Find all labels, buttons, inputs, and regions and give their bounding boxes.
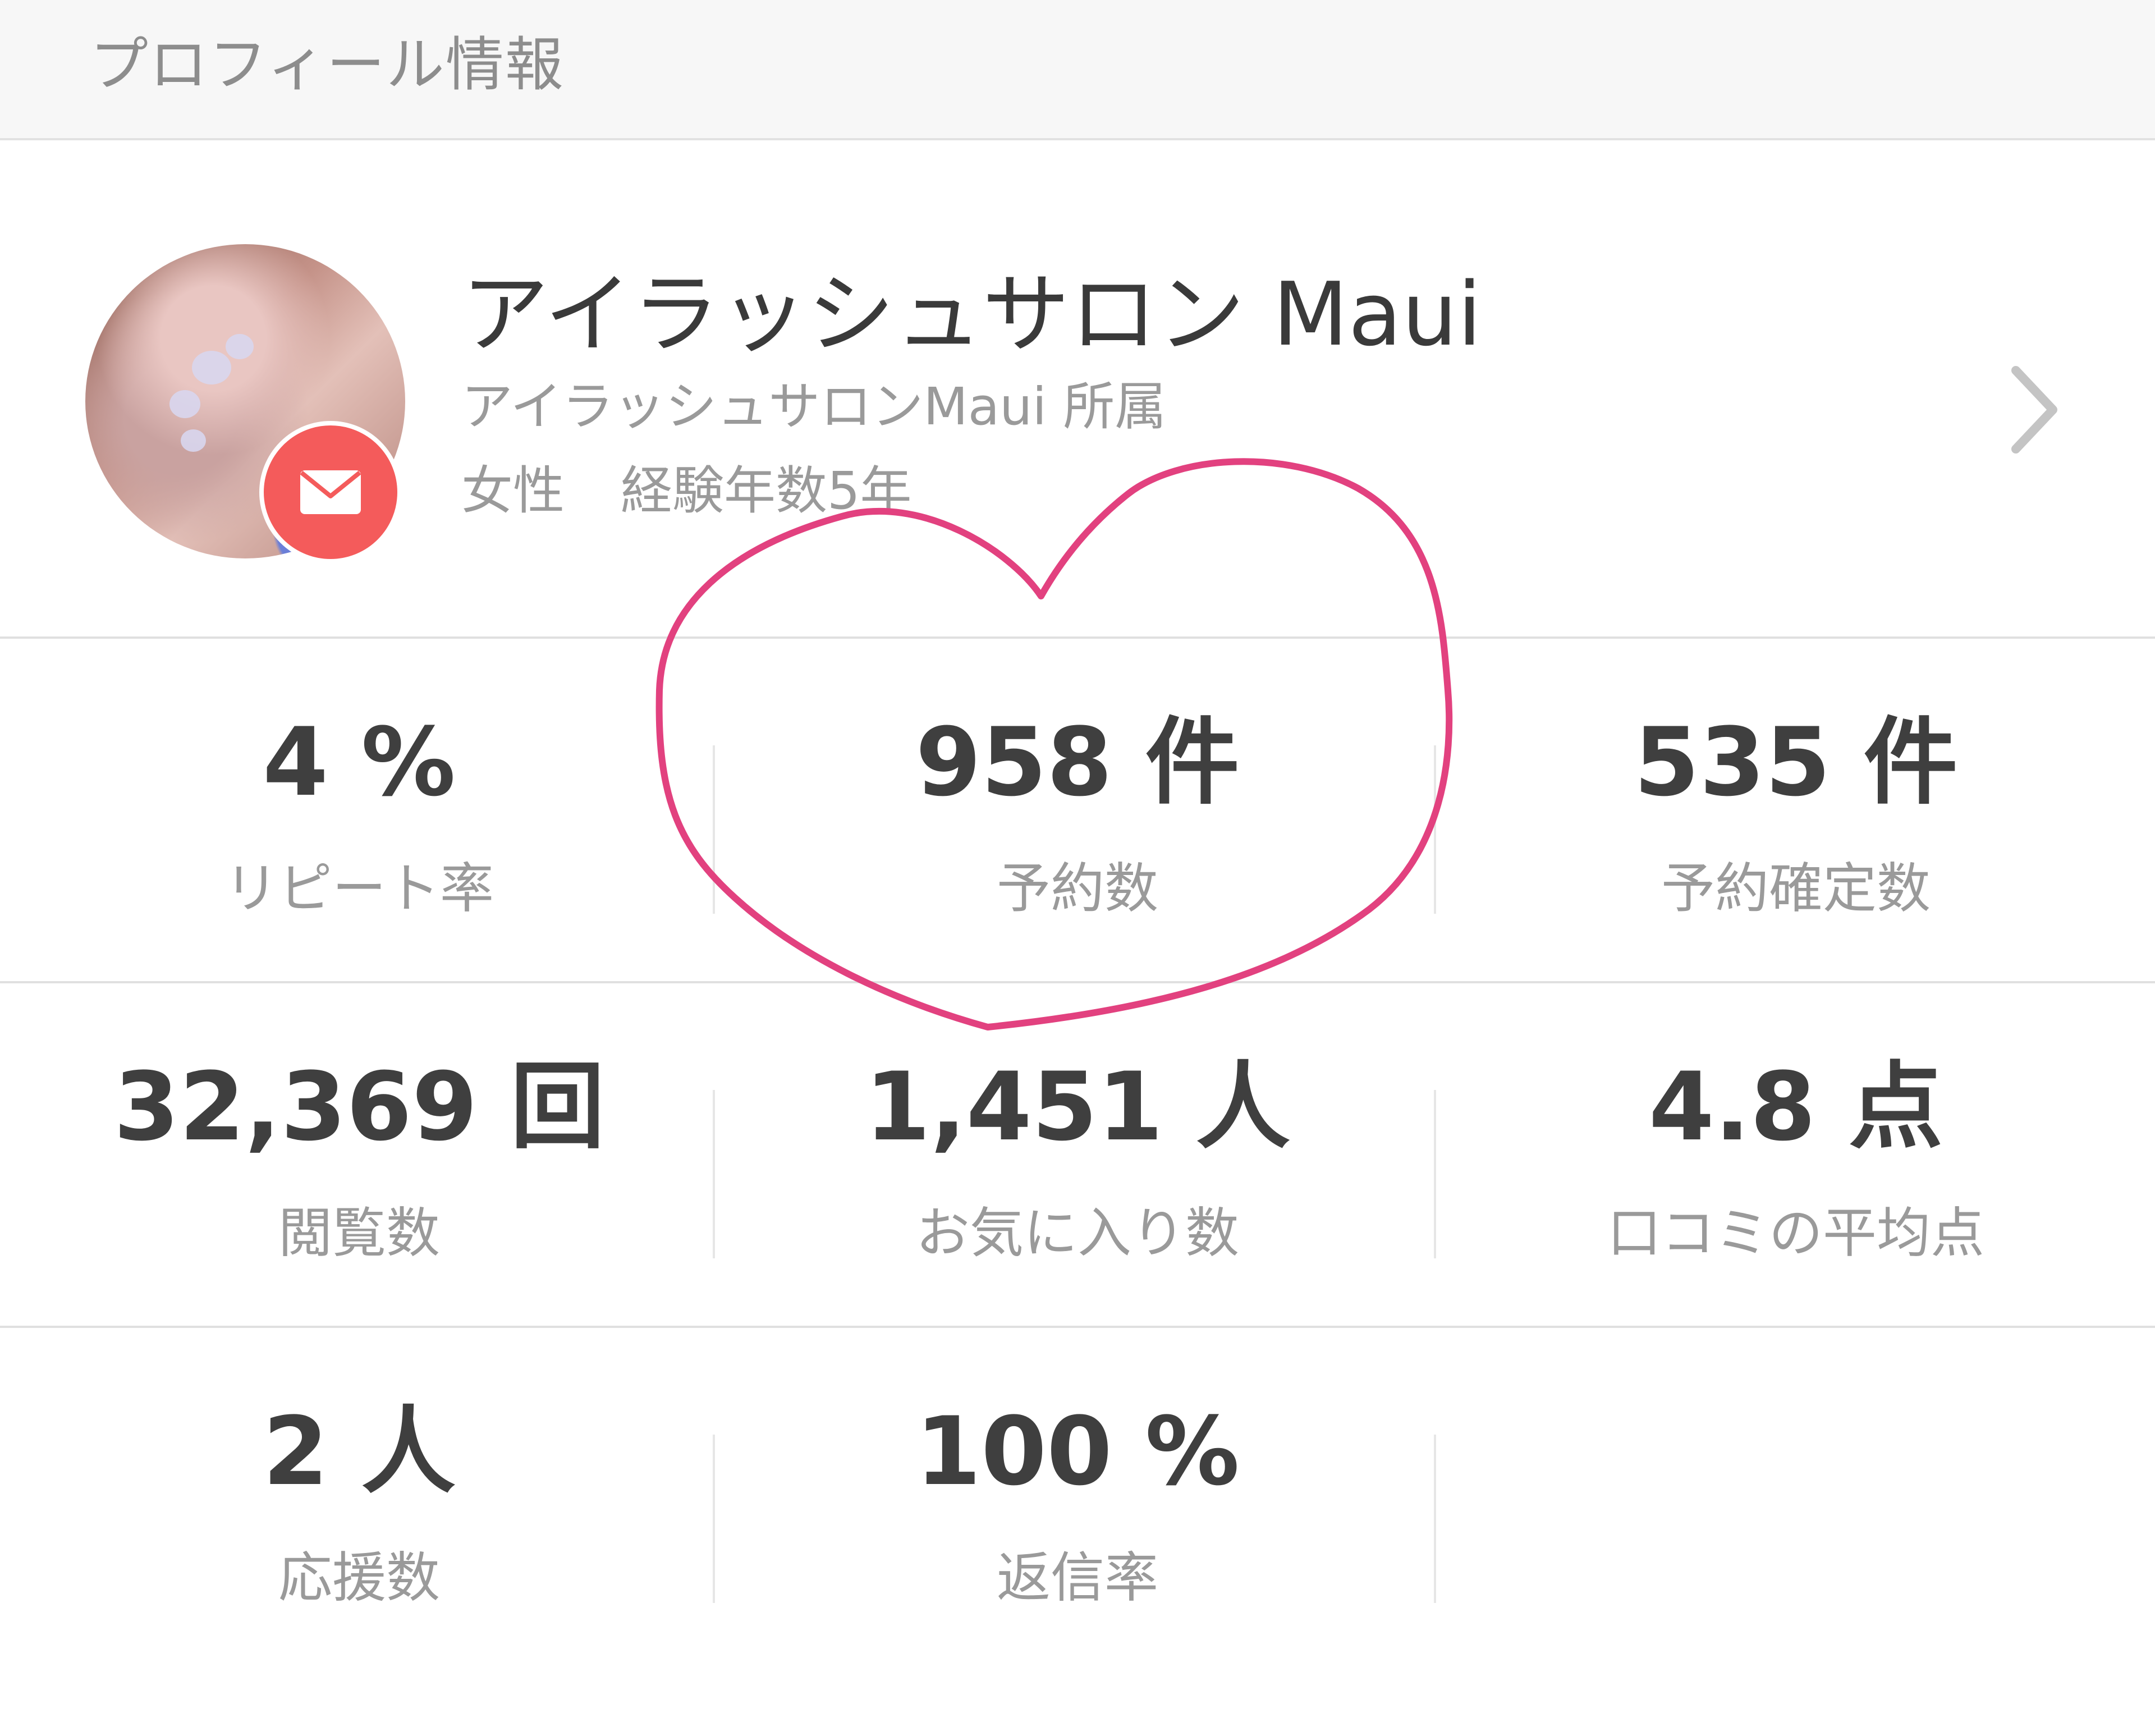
affiliation: アイラッシュサロンMaui 所属 <box>461 377 1167 437</box>
stat-confirmed-reservations: 535 件 予約確定数 <box>1437 639 2155 979</box>
divider <box>713 1090 715 1258</box>
stat-repeat-rate: 4 % リピート率 <box>0 639 718 979</box>
divider <box>1434 745 1436 914</box>
divider <box>713 1435 715 1603</box>
stat-value: 100 % <box>915 1396 1240 1506</box>
stats-row: 32,369 回 閲覧数 1,451 人 お気に入り数 4.8 点 口コミの平均… <box>0 983 2155 1328</box>
mail-icon <box>300 470 361 514</box>
stat-label: 予約数 <box>997 857 1158 920</box>
stats-grid: 4 % リピート率 958 件 予約数 535 件 予約確定数 32,369 回… <box>0 639 2155 1673</box>
stats-row: 4 % リピート率 958 件 予約数 535 件 予約確定数 <box>0 639 2155 983</box>
stat-value: 535 件 <box>1634 707 1958 817</box>
salon-name: アイラッシュサロン Maui <box>461 263 1482 365</box>
stat-favorites: 1,451 人 お気に入り数 <box>718 983 1437 1323</box>
profile-row[interactable]: アイラッシュサロン Maui アイラッシュサロンMaui 所属 女性 経験年数5年 <box>0 140 2155 639</box>
profile-meta: 女性 経験年数5年 <box>461 449 1482 533</box>
section-header: プロフィール情報 <box>0 0 2155 140</box>
stat-label: 予約確定数 <box>1661 857 1931 920</box>
stat-label: お気に入り数 <box>916 1202 1239 1265</box>
stat-label: 閲覧数 <box>278 1202 440 1265</box>
stat-reservations: 958 件 予約数 <box>718 639 1437 979</box>
stat-views: 32,369 回 閲覧数 <box>0 983 718 1323</box>
stat-empty <box>1437 1328 2155 1668</box>
divider <box>1434 1090 1436 1258</box>
stat-review-average: 4.8 点 口コミの平均点 <box>1437 983 2155 1323</box>
stat-value: 958 件 <box>915 707 1240 817</box>
stat-label: 返信率 <box>997 1546 1158 1609</box>
stat-supporters: 2 人 応援数 <box>0 1328 718 1668</box>
stats-row: 2 人 応援数 100 % 返信率 <box>0 1328 2155 1673</box>
divider <box>1434 1435 1436 1603</box>
profile-info: アイラッシュサロン Maui アイラッシュサロンMaui 所属 女性 経験年数5年 <box>461 264 1482 533</box>
stat-value: 2 人 <box>263 1396 456 1506</box>
stat-label: リピート率 <box>224 857 494 920</box>
experience-years: 経験年数5年 <box>621 461 912 521</box>
section-title: プロフィール情報 <box>90 30 565 99</box>
divider <box>713 745 715 914</box>
stat-value: 1,451 人 <box>865 1052 1290 1162</box>
footer-strip <box>0 1668 2155 1736</box>
stat-reply-rate: 100 % 返信率 <box>718 1328 1437 1668</box>
stat-value: 4 % <box>263 707 456 817</box>
message-badge[interactable] <box>259 421 402 564</box>
gender: 女性 <box>461 461 565 521</box>
chevron-right-icon[interactable] <box>2003 359 2065 460</box>
stat-value: 4.8 点 <box>1648 1052 1943 1162</box>
stat-value: 32,369 回 <box>113 1052 605 1162</box>
stat-label: 口コミの平均点 <box>1607 1202 1984 1265</box>
stat-label: 応援数 <box>278 1546 440 1609</box>
